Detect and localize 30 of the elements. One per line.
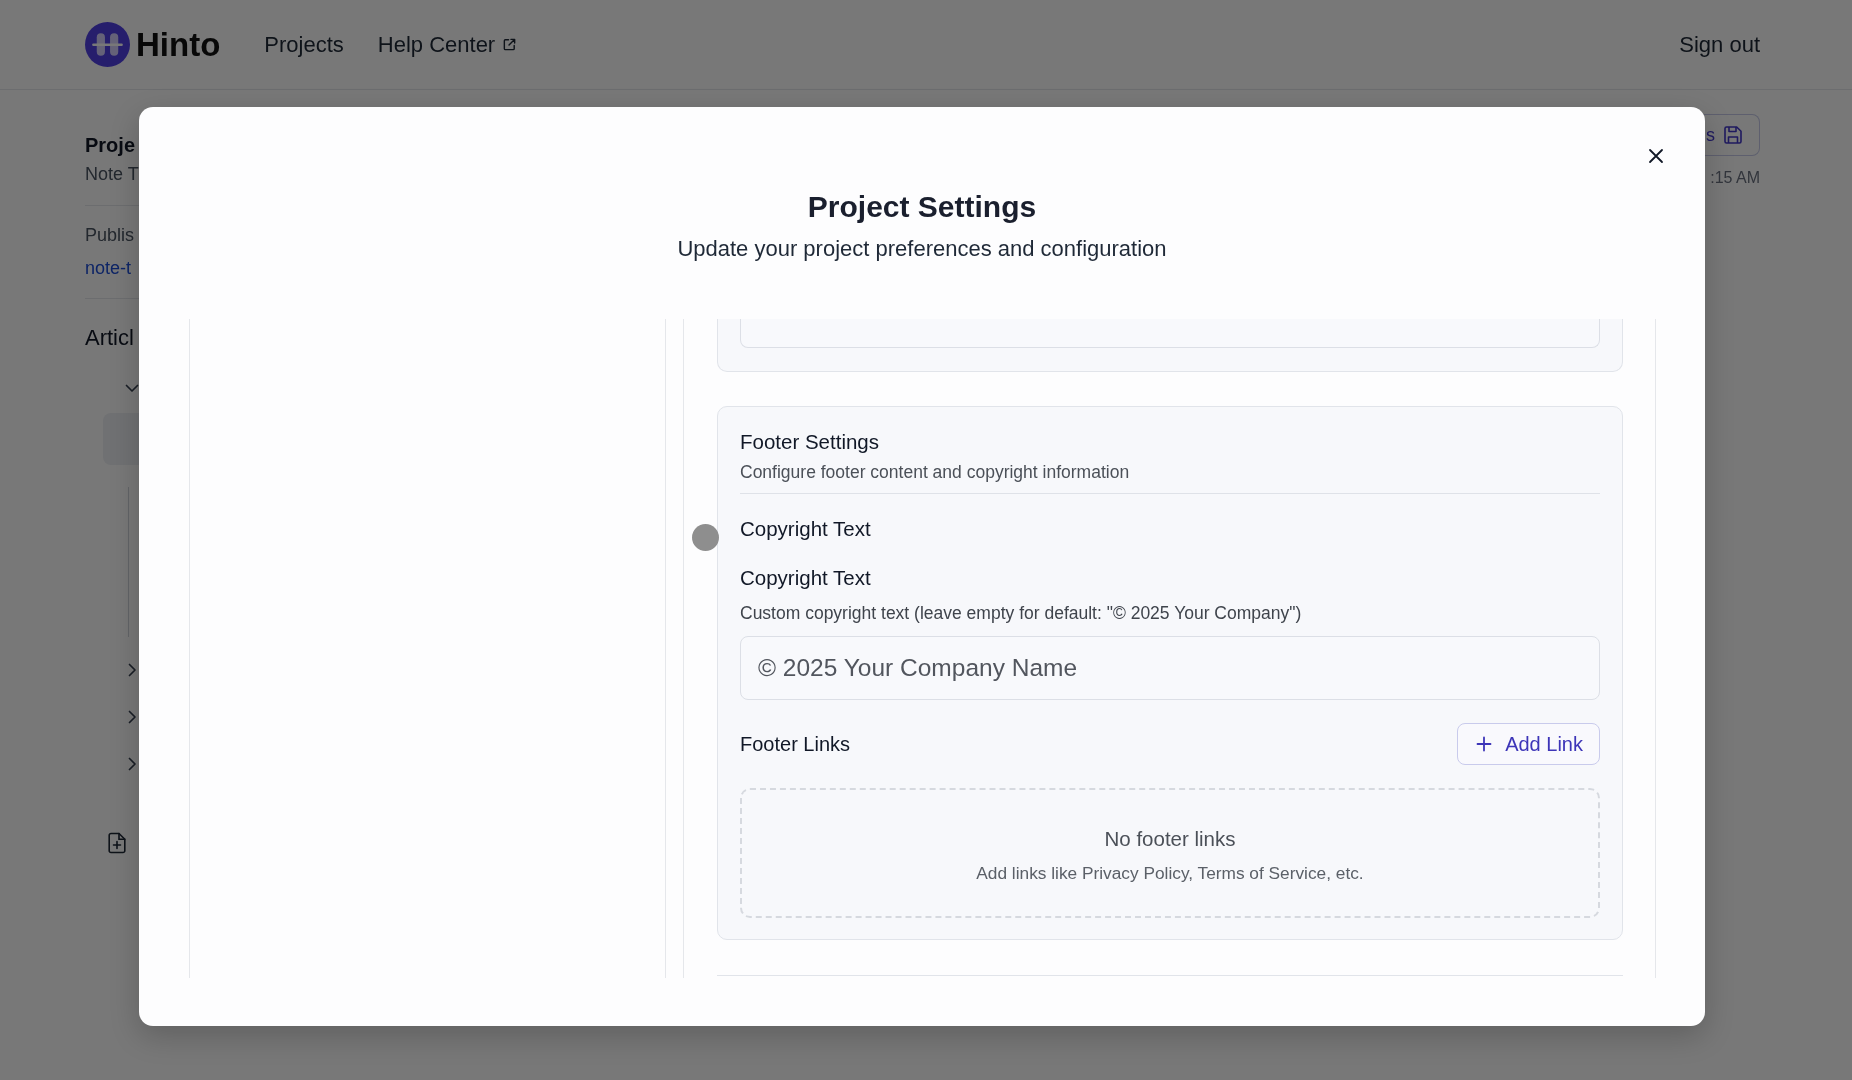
file-plus-icon[interactable]	[107, 832, 127, 854]
section-description: Configure footer content and copyright information	[740, 462, 1131, 482]
dot-icon	[692, 524, 719, 551]
published-link[interactable]: note-t	[85, 257, 132, 279]
empty-state-title: No footer links	[1104, 827, 1236, 851]
project-subtitle: Note T	[85, 163, 139, 185]
field-label: Footer Links	[740, 732, 851, 756]
brand-name: Hinto	[136, 25, 221, 64]
section-title: Footer Settings	[740, 430, 880, 454]
project-title: Proje	[85, 133, 136, 157]
field-label: Copyright Text	[740, 566, 872, 590]
dialog-subtitle: Update your project preferences and configuration	[677, 236, 1167, 262]
input-field[interactable]	[740, 319, 1600, 348]
nav-link[interactable]: Help Center	[377, 31, 518, 58]
empty-state-hint: Add links like Privacy Policy, Terms of Service, etc.	[976, 863, 1364, 883]
close-icon	[1648, 148, 1664, 164]
tree-item[interactable]	[103, 413, 140, 465]
subsection-heading: Copyright Text	[740, 517, 872, 541]
copyright-input[interactable]: © 2025 Your Company Name	[740, 636, 1600, 700]
sign-out-link[interactable]: Sign out	[1679, 31, 1760, 58]
published-label: Publis	[85, 224, 135, 246]
add-link-button[interactable]: Add Link	[1457, 723, 1600, 765]
articles-heading: Articl	[85, 324, 134, 352]
plus-icon	[1476, 736, 1493, 752]
logo-icon	[85, 22, 130, 67]
saved-time: :15 AM	[1710, 168, 1760, 188]
field-help-text: Custom copyright text (leave empty for default: "© 2025 Your Company")	[740, 603, 1303, 623]
nav-link[interactable]: Projects	[264, 31, 344, 58]
dialog-title: Project Settings	[807, 189, 1037, 225]
save-button[interactable]: s	[1704, 114, 1760, 156]
